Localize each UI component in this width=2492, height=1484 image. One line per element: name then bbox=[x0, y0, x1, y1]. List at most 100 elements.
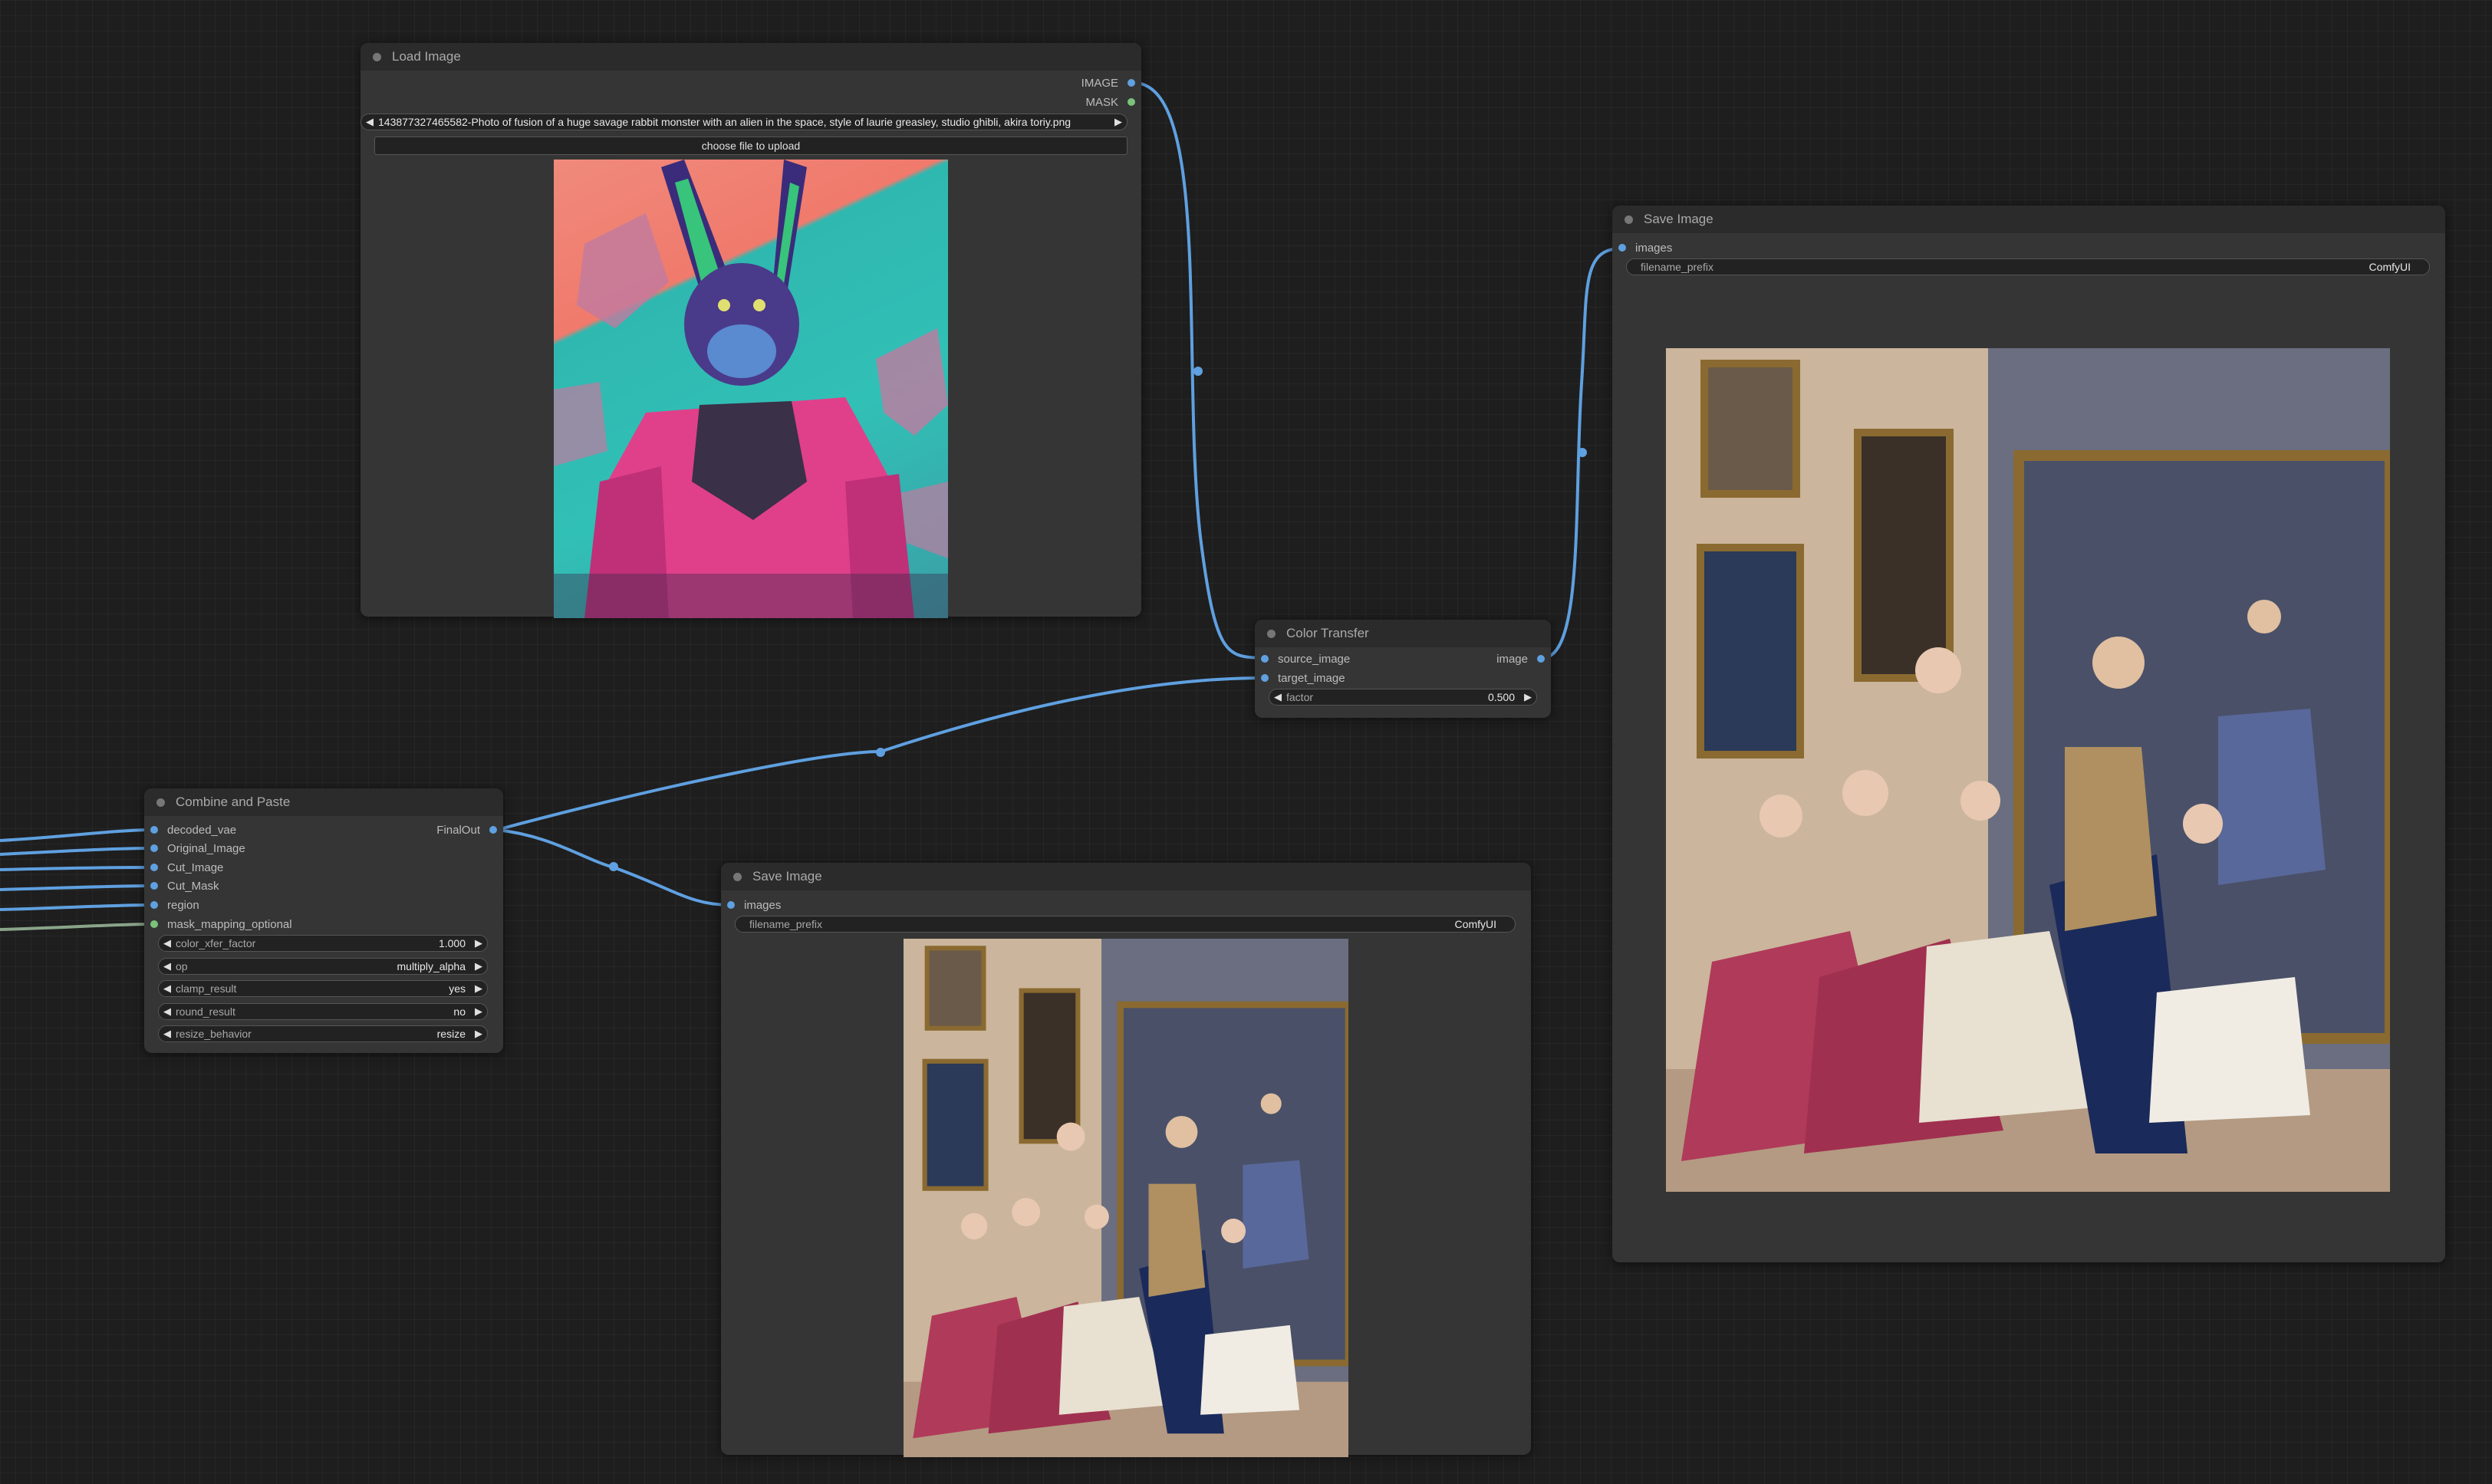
slot-label: MASK bbox=[1085, 95, 1118, 109]
node-title-bar[interactable]: Combine and Paste bbox=[144, 788, 503, 816]
slot-dot-icon[interactable] bbox=[150, 920, 158, 928]
slot-label: image bbox=[1496, 652, 1528, 666]
collapse-dot-icon[interactable] bbox=[1625, 215, 1633, 224]
clamp-result-widget[interactable]: ◀ clamp_result yes ▶ bbox=[158, 980, 488, 997]
factor-widget[interactable]: ◀ factor 0.500 ▶ bbox=[1269, 689, 1537, 706]
arrow-right-icon[interactable]: ▶ bbox=[470, 960, 487, 972]
slot-dot-icon[interactable] bbox=[1261, 655, 1269, 663]
widget-label: op bbox=[176, 960, 188, 972]
input-slot-images[interactable]: images bbox=[1618, 239, 1672, 256]
slot-label: source_image bbox=[1278, 652, 1351, 666]
widget-value: multiply_alpha bbox=[397, 960, 466, 972]
output-preview-image-large bbox=[1666, 348, 2390, 1192]
slot-dot-icon[interactable] bbox=[1618, 244, 1626, 252]
input-slot-source-image[interactable]: source_image bbox=[1261, 650, 1350, 667]
output-slot-mask[interactable]: MASK bbox=[1085, 94, 1135, 110]
arrow-right-icon[interactable]: ▶ bbox=[1519, 691, 1536, 703]
widget-value: 0.500 bbox=[1487, 691, 1515, 703]
slot-dot-icon[interactable] bbox=[489, 826, 497, 834]
input-slot-target-image[interactable]: target_image bbox=[1261, 670, 1345, 686]
arrow-right-icon[interactable]: ▶ bbox=[470, 982, 487, 995]
input-slot-cut-image[interactable]: Cut_Image bbox=[150, 859, 223, 876]
filename-prefix-widget[interactable]: filename_prefix ComfyUI bbox=[735, 916, 1516, 933]
collapse-dot-icon[interactable] bbox=[156, 798, 165, 807]
combine-and-paste-node[interactable]: Combine and Paste decoded_vae Original_I… bbox=[144, 788, 503, 1053]
node-title-bar[interactable]: Save Image bbox=[721, 863, 1531, 890]
node-title: Save Image bbox=[752, 869, 822, 883]
arrow-right-icon[interactable]: ▶ bbox=[1110, 116, 1127, 128]
link-offscreen-cut-mask bbox=[0, 884, 154, 891]
collapse-dot-icon[interactable] bbox=[1267, 629, 1276, 638]
output-slot-image[interactable]: image bbox=[1496, 650, 1545, 667]
slot-dot-icon[interactable] bbox=[150, 882, 158, 890]
slot-label: Original_Image bbox=[167, 841, 245, 855]
arrow-left-icon[interactable]: ◀ bbox=[159, 1005, 176, 1018]
arrow-left-icon[interactable]: ◀ bbox=[361, 116, 378, 128]
save-image-node-right[interactable]: Save Image images filename_prefix ComfyU… bbox=[1612, 206, 2445, 1262]
color-xfer-factor-widget[interactable]: ◀ color_xfer_factor 1.000 ▶ bbox=[158, 935, 488, 952]
widget-value: no bbox=[453, 1005, 466, 1018]
arrow-left-icon[interactable]: ◀ bbox=[159, 1028, 176, 1040]
output-slot-finalout[interactable]: FinalOut bbox=[436, 821, 497, 838]
collapse-dot-icon[interactable] bbox=[733, 872, 742, 881]
output-slot-image[interactable]: IMAGE bbox=[1081, 74, 1135, 91]
input-slot-mask-mapping-optional[interactable]: mask_mapping_optional bbox=[150, 916, 292, 933]
slot-label: images bbox=[744, 898, 782, 912]
link-combine-to-saveimage-bottom bbox=[496, 828, 731, 907]
save-image-node-bottom[interactable]: Save Image images filename_prefix ComfyU… bbox=[721, 863, 1531, 1457]
arrow-left-icon[interactable]: ◀ bbox=[159, 982, 176, 995]
widget-label: factor bbox=[1286, 691, 1314, 703]
slot-dot-icon[interactable] bbox=[1127, 79, 1135, 87]
link-loadimage-to-colortransfer bbox=[1133, 81, 1265, 660]
image-combo-widget[interactable]: ◀ 143877327465582-Photo of fusion of a h… bbox=[360, 114, 1127, 130]
slot-label: FinalOut bbox=[436, 823, 480, 837]
arrow-right-icon[interactable]: ▶ bbox=[470, 937, 487, 949]
upload-button[interactable]: choose file to upload bbox=[374, 137, 1127, 155]
color-transfer-node[interactable]: Color Transfer source_image target_image… bbox=[1255, 620, 1551, 718]
input-slot-region[interactable]: region bbox=[150, 897, 199, 913]
widget-value: yes bbox=[449, 982, 466, 995]
slot-dot-icon[interactable] bbox=[1537, 655, 1545, 663]
link-offscreen-original-image bbox=[0, 847, 154, 856]
slot-dot-icon[interactable] bbox=[727, 901, 735, 909]
arrow-right-icon[interactable]: ▶ bbox=[470, 1005, 487, 1018]
round-result-widget[interactable]: ◀ round_result no ▶ bbox=[158, 1003, 488, 1020]
arrow-left-icon[interactable]: ◀ bbox=[159, 937, 176, 949]
widget-label: color_xfer_factor bbox=[176, 937, 256, 949]
resize-behavior-widget[interactable]: ◀ resize_behavior resize ▶ bbox=[158, 1025, 488, 1042]
slot-dot-icon[interactable] bbox=[1127, 98, 1135, 106]
widget-value: ComfyUI bbox=[2369, 261, 2411, 273]
slot-label: Cut_Mask bbox=[167, 879, 219, 893]
input-slot-images[interactable]: images bbox=[727, 897, 781, 913]
reroute-dot bbox=[1193, 367, 1203, 376]
widget-label: filename_prefix bbox=[749, 918, 822, 930]
input-slot-decoded-vae[interactable]: decoded_vae bbox=[150, 821, 236, 838]
slot-label: images bbox=[1635, 241, 1673, 255]
widget-label: clamp_result bbox=[176, 982, 237, 995]
node-title: Color Transfer bbox=[1286, 626, 1369, 640]
input-slot-cut-mask[interactable]: Cut_Mask bbox=[150, 877, 219, 894]
node-title-bar[interactable]: Color Transfer bbox=[1255, 620, 1551, 647]
arrow-right-icon[interactable]: ▶ bbox=[470, 1028, 487, 1040]
widget-value: ComfyUI bbox=[1454, 918, 1496, 930]
arrow-left-icon[interactable]: ◀ bbox=[1269, 691, 1286, 703]
op-widget[interactable]: ◀ op multiply_alpha ▶ bbox=[158, 958, 488, 975]
slot-dot-icon[interactable] bbox=[150, 864, 158, 871]
link-offscreen-mask-mapping bbox=[0, 923, 154, 931]
widget-label: resize_behavior bbox=[176, 1028, 252, 1040]
slot-dot-icon[interactable] bbox=[150, 844, 158, 852]
link-combine-to-colortransfer bbox=[496, 676, 1265, 831]
slot-dot-icon[interactable] bbox=[1261, 674, 1269, 682]
link-offscreen-decoded-vae bbox=[0, 828, 154, 842]
load-image-node[interactable]: Load Image IMAGE MASK ◀ 143877327465582-… bbox=[360, 43, 1141, 618]
slot-dot-icon[interactable] bbox=[150, 826, 158, 834]
collapse-dot-icon[interactable] bbox=[373, 52, 381, 61]
node-title-bar[interactable]: Save Image bbox=[1612, 206, 2445, 233]
slot-label: Cut_Image bbox=[167, 860, 224, 874]
slot-dot-icon[interactable] bbox=[150, 901, 158, 909]
node-title: Combine and Paste bbox=[176, 795, 291, 809]
node-title-bar[interactable]: Load Image bbox=[360, 43, 1141, 71]
filename-prefix-widget[interactable]: filename_prefix ComfyUI bbox=[1626, 258, 2430, 275]
arrow-left-icon[interactable]: ◀ bbox=[159, 960, 176, 972]
input-slot-original-image[interactable]: Original_Image bbox=[150, 840, 245, 857]
